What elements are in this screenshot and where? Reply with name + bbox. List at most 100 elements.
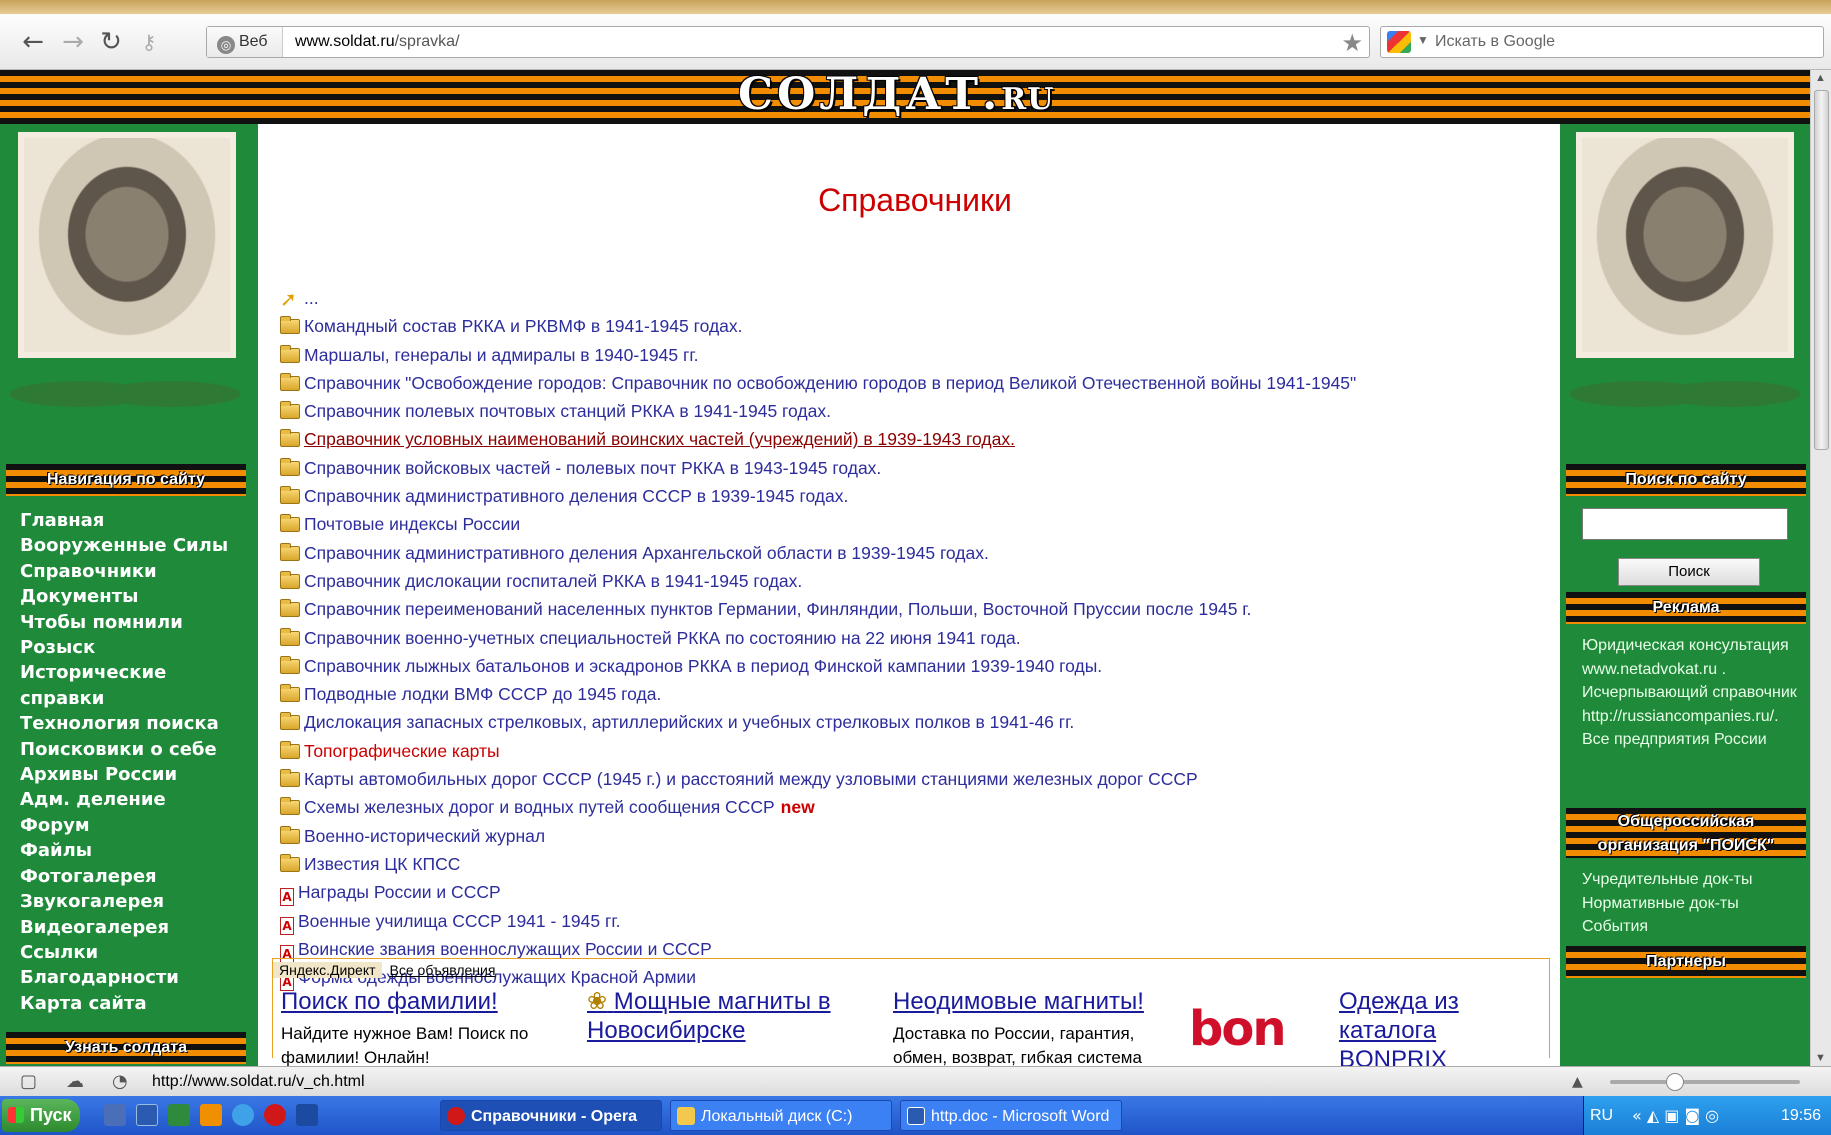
list-item-link[interactable]: Известия ЦК КПСС [304, 854, 460, 874]
sidebar-ad-text[interactable]: Юридическая консультация www.netadvokat.… [1582, 634, 1802, 752]
list-item[interactable]: Справочник дислокации госпиталей РККА в … [280, 567, 1356, 595]
list-item-link[interactable]: Военно-исторический журнал [304, 826, 545, 846]
nav-link[interactable]: Звукогалерея [20, 889, 228, 914]
list-item-link[interactable]: Командный состав РККА и РКВМФ в 1941-194… [304, 316, 743, 336]
nav-link[interactable]: Ссылки [20, 940, 228, 965]
list-item[interactable]: Маршалы, генералы и адмиралы в 1940-1945… [280, 341, 1356, 369]
nav-link[interactable]: Поисковики о себе [20, 737, 228, 762]
ad-item[interactable]: Поиск по фамилии! Найдите нужное Вам! По… [281, 987, 541, 1066]
nav-link[interactable]: Технология поиска [20, 711, 228, 736]
media-icon[interactable] [200, 1104, 222, 1126]
list-item[interactable]: Дислокация запасных стрелковых, артиллер… [280, 708, 1356, 736]
list-item[interactable]: Военно-исторический журнал [280, 822, 1356, 850]
panel-toggle-icon[interactable]: ▢ [20, 1071, 37, 1092]
address-bar[interactable]: ◎ Веб www.soldat.ru/spravka/ ★ [206, 26, 1370, 58]
list-item-link[interactable]: Схемы железных дорог и водных путей сооб… [304, 797, 775, 817]
word-icon[interactable] [136, 1104, 158, 1126]
nav-link[interactable]: Благодарности [20, 965, 228, 990]
bonprix-logo[interactable]: bon [1189, 1001, 1287, 1057]
list-item[interactable]: A Награды России и СССР [280, 878, 1356, 907]
dropdown-arrow-icon[interactable]: ▼ [1417, 33, 1429, 47]
list-item-link[interactable]: Маршалы, генералы и адмиралы в 1940-1945… [304, 345, 698, 365]
start-button[interactable]: Пуск [2, 1099, 80, 1132]
ad-item[interactable]: Одежда из каталога BONPRIX [1339, 987, 1539, 1066]
nav-link[interactable]: Фотогалерея [20, 864, 228, 889]
list-item[interactable]: Справочник административного деления ССС… [280, 482, 1356, 510]
list-item[interactable]: Командный состав РККА и РКВМФ в 1941-194… [280, 312, 1356, 340]
list-item-link[interactable]: Справочник лыжных батальонов и эскадроно… [304, 656, 1102, 676]
list-item-link[interactable]: Справочник административного деления ССС… [304, 486, 848, 506]
nav-link[interactable]: Архивы России [20, 762, 228, 787]
nav-link[interactable]: Справочники [20, 559, 228, 584]
ad-item[interactable]: ❀ Мощные магниты в Новосибирске [587, 987, 847, 1045]
nav-link[interactable]: Розыск [20, 635, 228, 660]
excel-icon[interactable] [168, 1104, 190, 1126]
nav-link[interactable]: Документы [20, 584, 228, 609]
network-icon[interactable] [296, 1104, 318, 1126]
list-item[interactable]: Справочник "Освобождение городов: Справо… [280, 369, 1356, 397]
scroll-up-icon[interactable]: ▲ [1815, 72, 1826, 84]
address-url[interactable]: www.soldat.ru/spravka/ [295, 27, 460, 57]
speed-dial-icon[interactable]: ◔ [112, 1071, 128, 1092]
scrollbar-thumb[interactable] [1814, 90, 1829, 450]
site-search-input[interactable] [1582, 508, 1788, 540]
list-item[interactable]: Подводные лодки ВМФ СССР до 1945 года. [280, 680, 1356, 708]
list-item-link[interactable]: Справочник полевых почтовых станций РККА… [304, 401, 831, 421]
list-item[interactable]: Справочник лыжных батальонов и эскадроно… [280, 652, 1356, 680]
cloud-icon[interactable]: ☁ [66, 1071, 84, 1092]
ie-icon[interactable] [232, 1104, 254, 1126]
zoom-knob[interactable] [1666, 1073, 1684, 1091]
nav-link[interactable]: справки [20, 686, 228, 711]
list-item-link[interactable]: Справочник административного деления Арх… [304, 543, 989, 563]
reload-icon[interactable]: ↻ [96, 28, 126, 56]
forward-icon[interactable]: → [58, 28, 88, 56]
list-item-link[interactable]: Справочник "Освобождение городов: Справо… [304, 373, 1356, 393]
list-item[interactable]: Справочник войсковых частей - полевых по… [280, 454, 1356, 482]
task-word[interactable]: http.doc - Microsoft Word [900, 1100, 1122, 1131]
list-item-link[interactable]: Награды России и СССР [298, 882, 501, 902]
nav-link[interactable]: Главная [20, 508, 228, 533]
yandex-direct-label[interactable]: Яндекс.Директ [273, 962, 382, 978]
desktop-icon[interactable] [104, 1104, 126, 1126]
list-item[interactable]: Справочник военно-учетных специальностей… [280, 624, 1356, 652]
search-placeholder[interactable]: Искать в Google [1435, 27, 1555, 57]
list-item[interactable]: Карты автомобильных дорог СССР (1945 г.)… [280, 765, 1356, 793]
nav-link[interactable]: Файлы [20, 838, 228, 863]
list-item-link[interactable]: Справочник переименований населенных пун… [304, 599, 1251, 619]
nav-link[interactable]: Карта сайта [20, 991, 228, 1016]
back-icon[interactable]: ← [18, 28, 48, 56]
zoom-slider[interactable] [1610, 1073, 1800, 1091]
list-item[interactable]: Справочник условных наименований воински… [280, 425, 1356, 453]
page-scrollbar[interactable]: ▲ ▼ [1810, 70, 1831, 1066]
org-link[interactable]: Нормативные док-ты [1582, 892, 1802, 916]
list-item[interactable]: Топографические карты [280, 737, 1356, 765]
nav-link[interactable]: Адм. деление [20, 787, 228, 812]
list-item[interactable]: Схемы железных дорог и водных путей сооб… [280, 793, 1356, 821]
bookmark-star-icon[interactable]: ★ [1341, 29, 1363, 57]
list-item-link[interactable]: Дислокация запасных стрелковых, артиллер… [304, 712, 1074, 732]
google-icon[interactable] [1387, 31, 1411, 53]
list-item-link[interactable]: Справочник войсковых частей - полевых по… [304, 458, 881, 478]
list-item-link[interactable]: Топографические карты [304, 741, 500, 761]
nav-link[interactable]: Исторические [20, 660, 228, 685]
list-item-link[interactable]: Справочник военно-учетных специальностей… [304, 628, 1021, 648]
list-item-link[interactable]: Военные училища СССР 1941 - 1945 гг. [298, 911, 620, 931]
list-item-link[interactable]: Справочник условных наименований воински… [304, 429, 1015, 449]
org-link[interactable]: События [1582, 915, 1802, 939]
list-item-link[interactable]: Воинские звания военнослужащих России и … [298, 939, 712, 959]
site-logo[interactable]: СОЛДАТ.RU [738, 70, 1054, 124]
task-opera[interactable]: Справочники - Opera [440, 1100, 662, 1131]
scroll-down-icon[interactable]: ▼ [1815, 1052, 1826, 1064]
list-item-link[interactable]: Справочник дислокации госпиталей РККА в … [304, 571, 802, 591]
list-item[interactable]: Почтовые индексы России [280, 510, 1356, 538]
ad-item[interactable]: Неодимовые магниты! Доставка по России, … [893, 987, 1153, 1066]
list-item-link[interactable]: Подводные лодки ВМФ СССР до 1945 года. [304, 684, 661, 704]
nav-link[interactable]: Вооруженные Силы [20, 533, 228, 558]
site-search-button[interactable]: Поиск [1618, 558, 1760, 586]
list-item[interactable]: Справочник переименований населенных пун… [280, 595, 1356, 623]
nav-link[interactable]: Чтобы помнили [20, 610, 228, 635]
list-item[interactable]: A Военные училища СССР 1941 - 1945 гг. [280, 907, 1356, 935]
opera-icon[interactable] [264, 1104, 286, 1126]
nav-link[interactable]: Видеогалерея [20, 915, 228, 940]
task-explorer[interactable]: Локальный диск (C:) [670, 1100, 892, 1131]
